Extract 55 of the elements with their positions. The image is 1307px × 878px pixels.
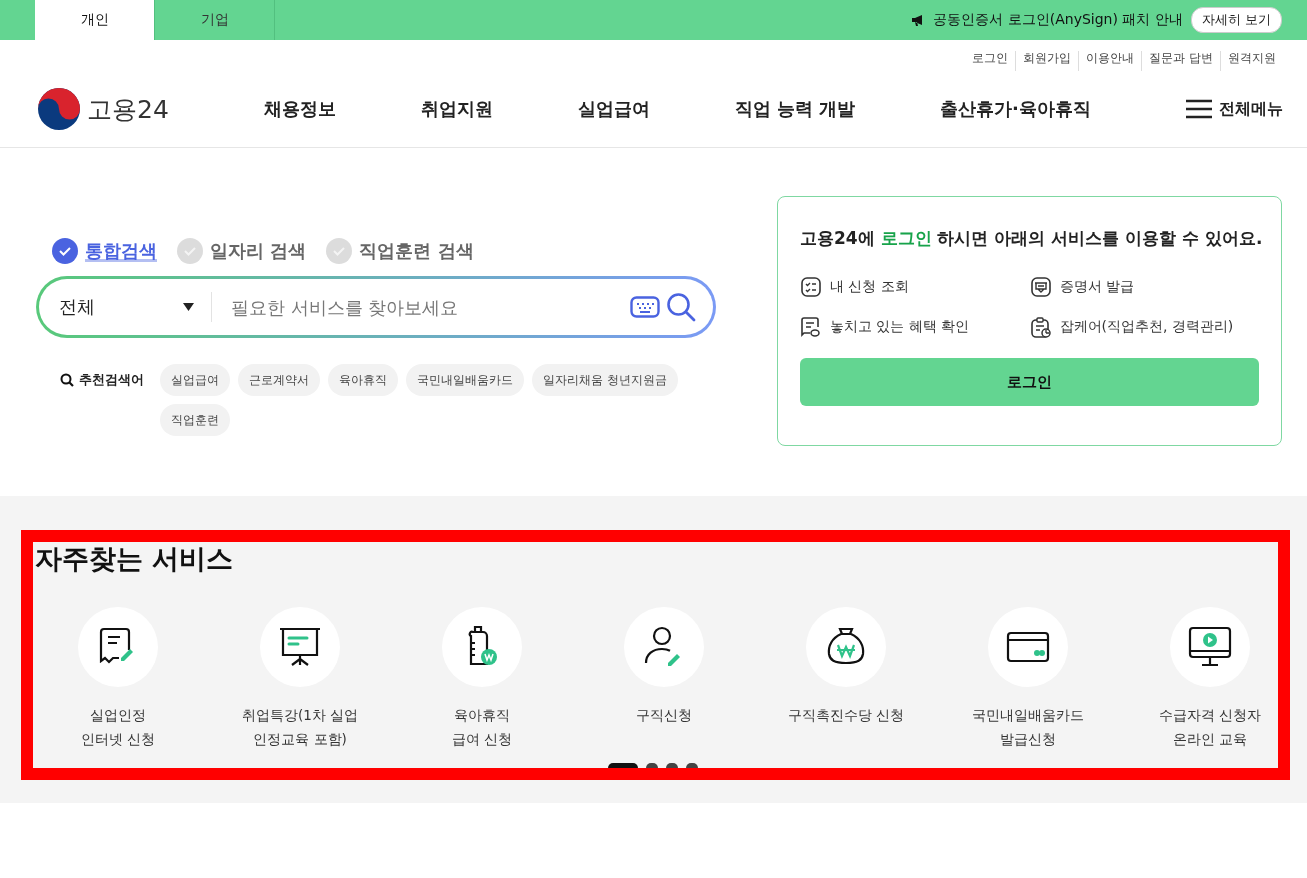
full-menu-button[interactable]: 전체메뉴 — [1186, 98, 1283, 120]
service-item[interactable]: 육아휴직 급여 신청 — [391, 607, 573, 751]
search-bar[interactable]: 전체 필요한 서비스를 찾아보세요 — [36, 276, 716, 338]
notice-text: 공동인증서 로그인(AnySign) 패치 안내 — [933, 11, 1183, 29]
nav-link[interactable]: 실업급여 — [577, 97, 650, 121]
keyword-chip[interactable]: 직업훈련 — [160, 404, 230, 436]
util-link[interactable]: 회원가입 — [1015, 51, 1079, 71]
service-item[interactable]: 취업특강(1차 실업 인정교육 포함) — [209, 607, 391, 751]
search-icon — [666, 292, 696, 322]
search-type-option[interactable]: 통합검색 — [52, 238, 157, 264]
menu-icon — [1186, 99, 1212, 119]
service-link[interactable]: 증명서 발급 — [1029, 276, 1259, 298]
details-button[interactable]: 자세히 보기 — [1190, 7, 1282, 33]
keyword-chip[interactable]: 실업급여 — [160, 364, 230, 396]
recommended-label: 추천검색어 — [60, 364, 144, 396]
service-link[interactable]: 잡케어(직업추천, 경력관리) — [1029, 316, 1259, 338]
search-type-option[interactable]: 직업훈련 검색 — [326, 238, 474, 264]
service-item[interactable]: 구직신청 — [573, 607, 755, 751]
util-link[interactable]: 로그인 — [965, 51, 1016, 71]
caret-icon — [183, 303, 194, 311]
util-link[interactable]: 원격지원 — [1220, 51, 1283, 71]
nav-link[interactable]: 채용정보 — [263, 97, 336, 121]
service-link[interactable]: 놓치고 있는 혜택 확인 — [800, 316, 1030, 338]
login-button[interactable]: 로그인 — [800, 358, 1259, 406]
nav-link[interactable]: 직업 능력 개발 — [734, 97, 856, 121]
service-item[interactable]: 국민내일배움카드 발급신청 — [937, 607, 1119, 751]
clipboard-clock-icon — [1029, 316, 1052, 338]
service-link[interactable]: 내 신청 조회 — [800, 276, 1030, 298]
keyword-chip[interactable]: 일자리채움 청년지원금 — [532, 364, 678, 396]
checklist-icon — [800, 276, 822, 298]
util-link[interactable]: 이용안내 — [1078, 51, 1142, 71]
section-title: 자주찾는 서비스 — [35, 542, 235, 576]
check-circle-icon — [177, 238, 203, 264]
check-circle-icon — [326, 238, 353, 264]
util-link[interactable]: 질문과 답변 — [1141, 51, 1220, 71]
logo-text[interactable]: 고용24 — [87, 92, 169, 126]
audience-tab[interactable]: 개인 — [35, 0, 155, 40]
keyword-chip[interactable]: 육아휴직 — [328, 364, 398, 396]
service-item[interactable]: 실업인정 인터넷 신청 — [27, 607, 209, 751]
keyword-chip[interactable]: 근로계약서 — [238, 364, 320, 396]
audience-tab[interactable]: 기업 — [155, 0, 275, 40]
service-item[interactable]: 구직촉진수당 신청 — [755, 607, 937, 751]
login-card-title: 고용24에 로그인 하시면 아래의 서비스를 이용할 수 있어요. — [800, 227, 1259, 250]
nav-link[interactable]: 출산휴가·육아휴직 — [940, 97, 1091, 121]
document-icon — [800, 316, 822, 338]
nav-link[interactable]: 취업지원 — [420, 97, 493, 121]
search-type-option[interactable]: 일자리 검색 — [177, 238, 307, 264]
keyboard-icon — [630, 296, 660, 318]
check-circle-icon — [52, 238, 78, 264]
search-icon — [60, 373, 74, 387]
keyword-chip[interactable]: 국민내일배움카드 — [406, 364, 524, 396]
certificate-icon — [1029, 276, 1052, 298]
category-dropdown[interactable]: 전체 — [59, 295, 194, 319]
service-item[interactable]: 수급자격 신청자 온라인 교육 — [1119, 607, 1301, 751]
taegeuk-logo-icon — [37, 87, 81, 131]
